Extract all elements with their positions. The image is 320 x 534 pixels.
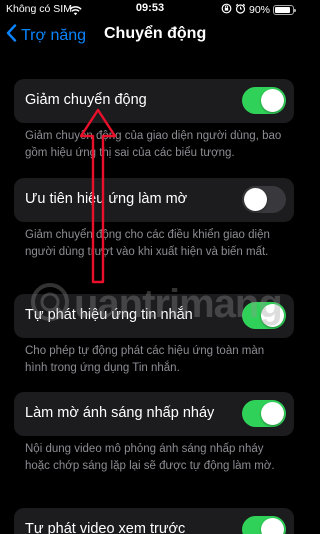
page-title: Chuyển động <box>104 25 207 42</box>
auto-play-video-previews-toggle[interactable] <box>242 516 286 534</box>
setting-auto-play-video-previews: Tự phát video xem trước <box>14 508 294 534</box>
setting-label: Tự phát hiệu ứng tin nhắn <box>25 307 193 323</box>
alarm-icon <box>235 3 246 17</box>
setting-footer: Nội dung video mô phỏng ánh sáng nhấp nh… <box>25 443 275 472</box>
setting-footer: Giảm chuyển động của giao diện người dùn… <box>25 130 282 159</box>
setting-label: Giảm chuyển động <box>25 92 147 108</box>
setting-label: Làm mờ ánh sáng nhấp nháy <box>25 405 215 421</box>
setting-reduce-motion: Giảm chuyển động <box>14 79 294 123</box>
toggle-knob <box>261 304 284 327</box>
setting-footer: Cho phép tự động phát các hiệu ứng toàn … <box>25 345 265 374</box>
battery-icon <box>273 5 296 15</box>
setting-prefer-cross-fade: Ưu tiên hiệu ứng làm mờ <box>14 178 294 222</box>
back-label: Trợ năng <box>21 26 87 44</box>
toggle-knob <box>261 518 284 534</box>
dim-flashing-lights-toggle[interactable] <box>242 400 286 427</box>
setting-dim-flashing-lights: Làm mờ ánh sáng nhấp nháy <box>14 392 294 436</box>
battery-percent: 90% <box>248 4 270 16</box>
back-button[interactable]: Trợ năng <box>6 24 86 47</box>
setting-auto-play-message-effects: Tự phát hiệu ứng tin nhắn <box>14 294 294 338</box>
prefer-cross-fade-toggle[interactable] <box>242 186 286 213</box>
reduce-motion-toggle[interactable] <box>242 87 286 114</box>
setting-label: Ưu tiên hiệu ứng làm mờ <box>25 191 188 207</box>
toggle-knob <box>244 188 267 211</box>
setting-label: Tự phát video xem trước <box>25 521 186 534</box>
toggle-knob <box>261 89 284 112</box>
chevron-left-icon <box>6 24 17 47</box>
status-bar: Không có SIM 09:53 90% <box>0 0 300 18</box>
toggle-knob <box>261 402 284 425</box>
auto-play-message-effects-toggle[interactable] <box>242 302 286 329</box>
setting-footer: Giảm chuyển động cho các điều khiển giao… <box>25 229 270 258</box>
lock-rotation-icon <box>221 3 232 17</box>
